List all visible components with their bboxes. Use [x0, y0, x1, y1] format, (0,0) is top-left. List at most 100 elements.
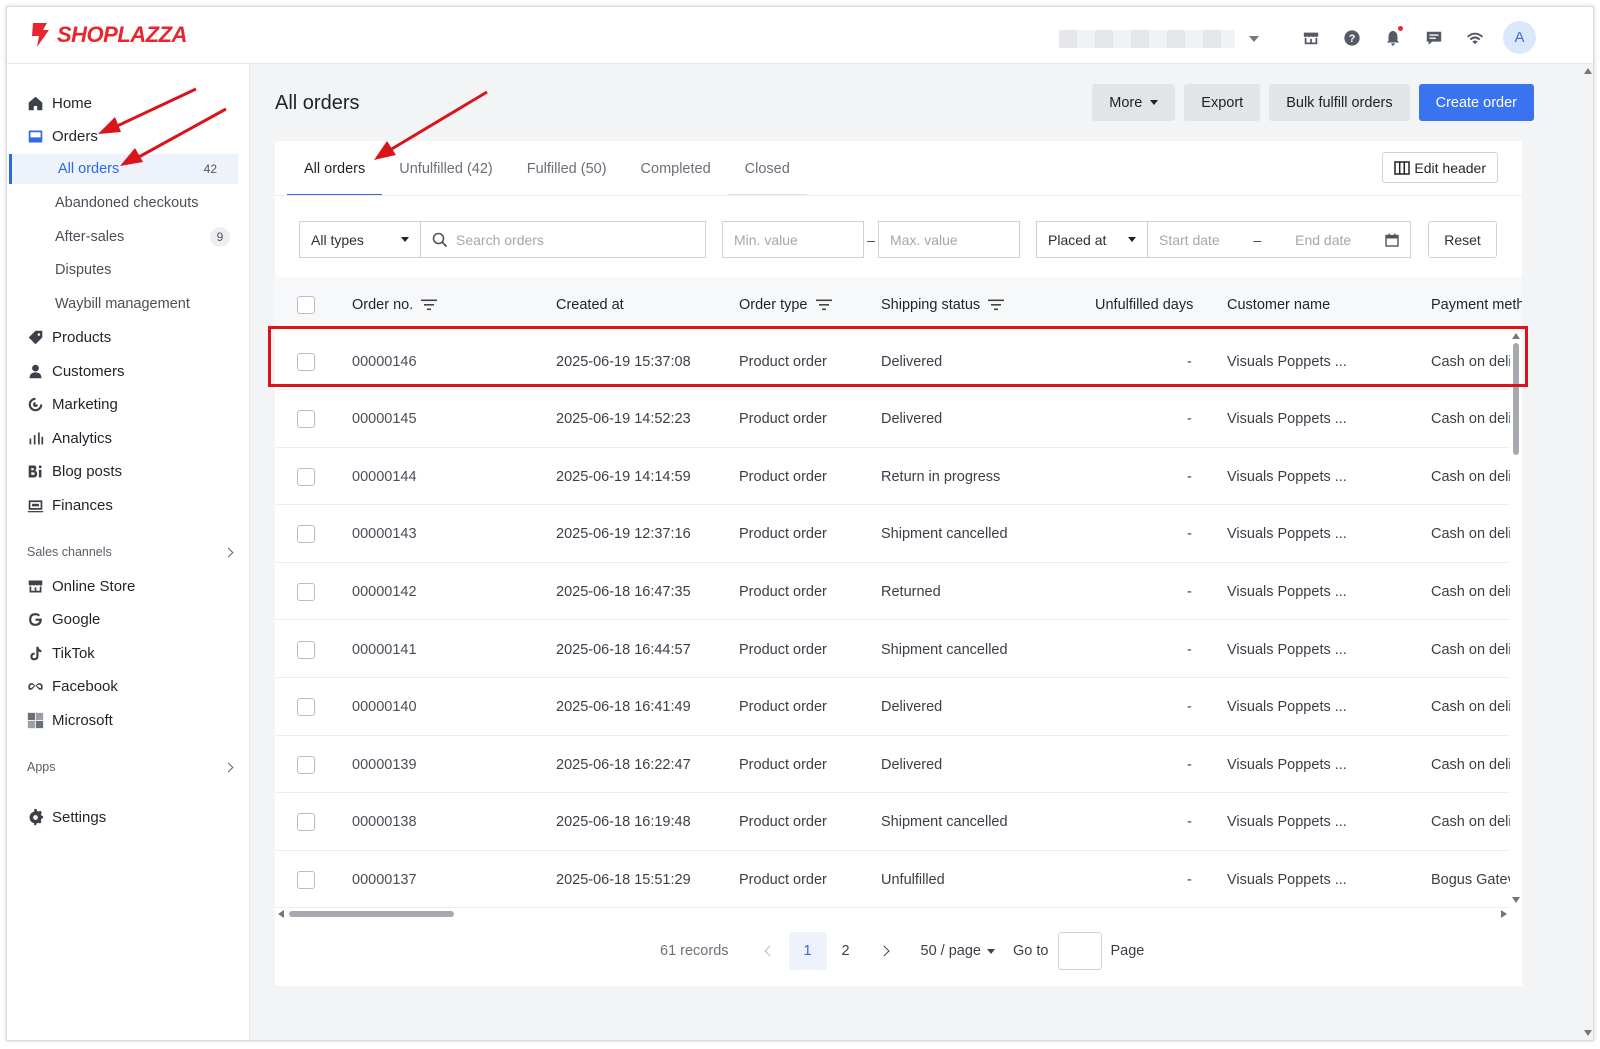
- page-scrollbar[interactable]: [1581, 64, 1593, 1040]
- order-number-cell[interactable]: 00000142: [352, 563, 417, 620]
- order-number-cell[interactable]: 00000143: [352, 506, 417, 563]
- scroll-thumb[interactable]: [289, 911, 454, 917]
- table-row[interactable]: 00000145 2025-06-19 14:52:23 Product order…: [275, 391, 1510, 448]
- edit-header-button[interactable]: Edit header: [1382, 152, 1498, 183]
- row-checkbox[interactable]: [297, 698, 315, 717]
- filter-icon[interactable]: [988, 299, 1005, 311]
- more-button[interactable]: More: [1092, 84, 1176, 121]
- sidebar-item-finances[interactable]: Finances: [7, 490, 250, 520]
- tab-all-orders[interactable]: All orders: [287, 141, 383, 196]
- row-checkbox[interactable]: [297, 755, 315, 774]
- scroll-up-arrow-icon[interactable]: [1584, 68, 1592, 74]
- tab-closed[interactable]: Closed: [727, 141, 807, 196]
- type-select[interactable]: All types: [299, 221, 421, 258]
- date-range-picker[interactable]: Start date – End date: [1147, 221, 1411, 258]
- row-checkbox[interactable]: [297, 467, 315, 486]
- sidebar-item-home[interactable]: Home: [7, 88, 250, 118]
- order-number-cell[interactable]: 00000137: [352, 851, 417, 908]
- order-number-cell[interactable]: 00000138: [352, 794, 417, 851]
- sidebar-item-facebook[interactable]: Facebook: [7, 671, 250, 701]
- order-number-cell[interactable]: 00000140: [352, 679, 417, 736]
- page-1-button[interactable]: 1: [788, 932, 827, 970]
- goto-page-input[interactable]: [1058, 932, 1103, 970]
- sidebar-item-products[interactable]: Products: [7, 322, 250, 352]
- sidebar-item-customers[interactable]: Customers: [7, 356, 250, 386]
- sidebar-subitem-after-sales[interactable]: After-sales 9: [7, 222, 250, 252]
- next-page-button[interactable]: [865, 932, 903, 970]
- table-row[interactable]: 00000139 2025-06-18 16:22:47 Product order…: [275, 736, 1510, 794]
- page-size-select[interactable]: 50 / page: [921, 943, 995, 959]
- table-row[interactable]: 00000144 2025-06-19 14:14:59 Product order…: [275, 448, 1510, 506]
- filter-icon[interactable]: [421, 299, 438, 311]
- sidebar-item-blog-posts[interactable]: Blog posts: [7, 456, 250, 486]
- scroll-right-arrow-icon[interactable]: [1501, 910, 1507, 918]
- sidebar-item-online-store[interactable]: Online Store: [7, 571, 250, 601]
- table-row[interactable]: 00000137 2025-06-18 15:51:29 Product order…: [275, 851, 1510, 909]
- sidebar-item-microsoft[interactable]: Microsoft: [7, 705, 250, 735]
- checkbox[interactable]: [297, 295, 315, 314]
- sales-channels-header[interactable]: Sales channels: [27, 545, 234, 559]
- wifi-icon[interactable]: [1454, 23, 1495, 53]
- sidebar-subitem-abandoned-checkouts[interactable]: Abandoned checkouts: [7, 188, 250, 218]
- page-2-button[interactable]: 2: [827, 932, 865, 970]
- filter-bar: All types Search orders Min. value – Max…: [299, 221, 1497, 258]
- bulk-fulfill-button[interactable]: Bulk fulfill orders: [1269, 84, 1410, 121]
- order-number-cell[interactable]: 00000144: [352, 448, 417, 505]
- table-row[interactable]: 00000146 2025-06-19 15:37:08 Product order…: [275, 333, 1510, 390]
- max-value-input[interactable]: Max. value: [878, 221, 1020, 258]
- order-number-cell[interactable]: 00000146: [352, 333, 417, 390]
- reset-button[interactable]: Reset: [1428, 221, 1497, 258]
- sidebar-item-google[interactable]: Google: [7, 604, 250, 634]
- tab-unfulfilled[interactable]: Unfulfilled (42): [382, 141, 510, 196]
- vertical-scrollbar[interactable]: [1512, 333, 1520, 903]
- row-checkbox[interactable]: [297, 870, 315, 889]
- help-icon[interactable]: ?: [1331, 23, 1372, 53]
- order-number-cell[interactable]: 00000145: [352, 391, 417, 448]
- chat-icon[interactable]: [1413, 23, 1454, 53]
- apps-header[interactable]: Apps: [27, 760, 234, 774]
- table-row[interactable]: 00000143 2025-06-19 12:37:16 Product order…: [275, 506, 1510, 563]
- search-input[interactable]: Search orders: [420, 221, 706, 258]
- sidebar-subitem-waybill-management[interactable]: Waybill management: [7, 289, 250, 319]
- sidebar-subitem-all-orders[interactable]: All orders 42: [9, 154, 238, 184]
- row-checkbox[interactable]: [297, 525, 315, 544]
- filter-icon[interactable]: [815, 299, 832, 311]
- row-checkbox[interactable]: [297, 352, 315, 371]
- table-row[interactable]: 00000142 2025-06-18 16:47:35 Product order…: [275, 563, 1510, 621]
- horizontal-scrollbar[interactable]: [275, 909, 1510, 919]
- table-row[interactable]: 00000141 2025-06-18 16:44:57 Product order…: [275, 621, 1510, 678]
- select-all-checkbox[interactable]: [297, 277, 315, 332]
- scroll-left-arrow-icon[interactable]: [278, 910, 284, 918]
- sidebar-item-settings[interactable]: Settings: [7, 802, 250, 832]
- shoplazza-logo[interactable]: SHOPLAZZA: [27, 21, 187, 49]
- tab-fulfilled[interactable]: Fulfilled (50): [510, 141, 624, 196]
- table-row[interactable]: 00000138 2025-06-18 16:19:48 Product order…: [275, 794, 1510, 851]
- scroll-up-arrow-icon[interactable]: [1512, 333, 1520, 339]
- sidebar-item-tiktok[interactable]: TikTok: [7, 638, 250, 668]
- sidebar-item-label: Abandoned checkouts: [55, 195, 199, 211]
- avatar[interactable]: A: [1503, 21, 1536, 54]
- order-number-cell[interactable]: 00000139: [352, 736, 417, 793]
- row-checkbox[interactable]: [297, 813, 315, 832]
- sidebar-subitem-disputes[interactable]: Disputes: [7, 255, 250, 285]
- row-checkbox[interactable]: [297, 582, 315, 601]
- date-field-select[interactable]: Placed at: [1036, 221, 1148, 258]
- sidebar-item-marketing[interactable]: Marketing: [7, 389, 250, 419]
- scroll-down-arrow-icon[interactable]: [1584, 1030, 1592, 1036]
- scroll-down-arrow-icon[interactable]: [1512, 897, 1520, 903]
- prev-page-button[interactable]: [751, 932, 789, 970]
- sidebar-item-analytics[interactable]: Analytics: [7, 423, 250, 453]
- export-button[interactable]: Export: [1184, 84, 1261, 121]
- tab-completed[interactable]: Completed: [624, 141, 728, 196]
- sidebar-item-orders[interactable]: Orders: [7, 121, 250, 151]
- create-order-button[interactable]: Create order: [1418, 84, 1534, 121]
- bell-icon[interactable]: [1372, 23, 1413, 53]
- row-checkbox[interactable]: [297, 640, 315, 659]
- order-number-cell[interactable]: 00000141: [352, 621, 417, 678]
- scroll-thumb[interactable]: [1513, 343, 1519, 455]
- store-selector[interactable]: [1059, 29, 1269, 49]
- table-row[interactable]: 00000140 2025-06-18 16:41:49 Product order…: [275, 679, 1510, 736]
- store-icon[interactable]: [1290, 23, 1331, 53]
- min-value-input[interactable]: Min. value: [722, 221, 864, 258]
- row-checkbox[interactable]: [297, 410, 315, 429]
